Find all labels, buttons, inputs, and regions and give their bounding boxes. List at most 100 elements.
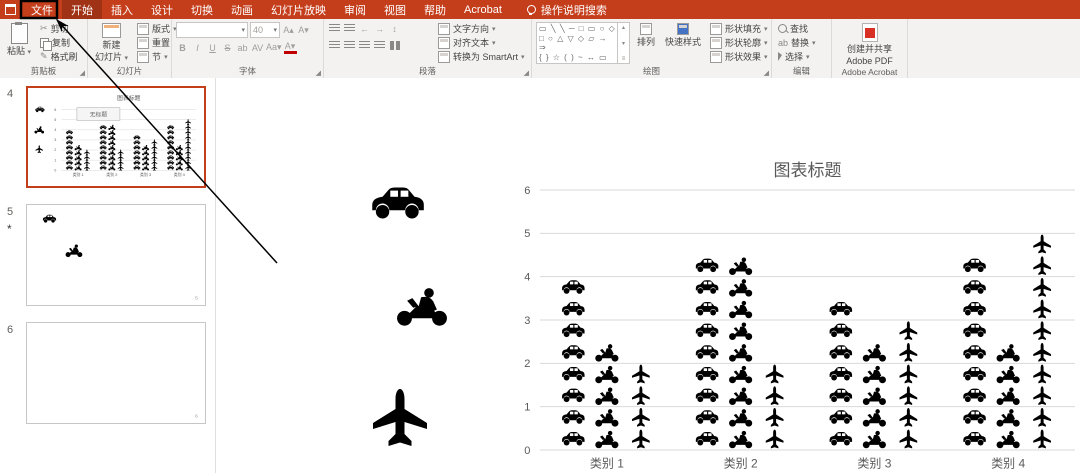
- tab-acrobat[interactable]: Acrobat: [455, 1, 511, 19]
- scroll-up-icon[interactable]: ▴: [622, 24, 625, 31]
- clipboard-dialog-launcher[interactable]: ◢: [80, 69, 85, 77]
- cut-button[interactable]: ✂剪切: [38, 22, 80, 35]
- tab-animations[interactable]: 动画: [222, 0, 262, 21]
- car-chart-icon: [100, 150, 107, 154]
- copy-button[interactable]: 复制: [38, 36, 80, 49]
- car-chart-icon: [562, 324, 585, 338]
- align-text-button[interactable]: 对齐文本▾: [436, 36, 527, 49]
- tab-file[interactable]: 文件: [22, 0, 62, 21]
- line-spacing-icon[interactable]: ↕: [388, 22, 401, 35]
- arrange-button[interactable]: 排列: [634, 22, 658, 64]
- category-label: 类别 2: [724, 456, 758, 470]
- car-chart-icon: [100, 145, 107, 149]
- paste-button[interactable]: 粘贴 ▾: [4, 22, 34, 64]
- car-shape[interactable]: [372, 188, 424, 219]
- underline-icon[interactable]: U: [206, 41, 219, 54]
- tab-insert[interactable]: 插入: [102, 0, 142, 21]
- decrease-font-icon[interactable]: A▾: [297, 24, 310, 37]
- tab-home[interactable]: 开始: [62, 0, 102, 21]
- motorcycle-chart-icon: [997, 409, 1020, 426]
- tab-slideshow[interactable]: 幻灯片放映: [262, 0, 335, 21]
- slide-thumbnails-panel[interactable]: 4 0123456图表标题类别 1类别 2类别 3类别 4 无标题 5 *: [0, 78, 216, 473]
- car-chart-icon: [100, 160, 107, 164]
- new-slide-button[interactable]: 新建 幻灯片 ▾: [92, 22, 131, 64]
- slide-thumbnail-6[interactable]: 6: [26, 322, 206, 424]
- airplane-shape[interactable]: [373, 389, 427, 446]
- font-size-select[interactable]: 40▾: [250, 22, 280, 38]
- motorcycle-chart-icon: [176, 160, 183, 165]
- airplane-chart-icon: [151, 155, 157, 161]
- shapes-gallery-scrollbar[interactable]: ▴ ▾ ≡: [617, 23, 629, 63]
- airplane-chart-icon: [900, 343, 918, 362]
- slide-4-number: 4: [0, 86, 26, 188]
- increase-font-icon[interactable]: A▴: [282, 24, 295, 37]
- text-shadow-icon[interactable]: ab: [236, 41, 249, 54]
- slide-thumbnail-4[interactable]: 0123456图表标题类别 1类别 2类别 3类别 4 无标题: [26, 86, 206, 188]
- drawing-dialog-launcher[interactable]: ◢: [764, 69, 769, 77]
- car-chart-icon: [696, 345, 719, 359]
- shapes-gallery[interactable]: ▭ ╲ ╲ ─ □ ▭ ○ ◇ □ ○ △ ▽ ◇ ▱ → ⇒ { } ☆ ( …: [536, 22, 630, 64]
- car-chart-icon: [167, 155, 174, 159]
- create-pdf-button[interactable]: 创建并共享 Adobe PDF: [836, 22, 903, 67]
- paragraph-dialog-launcher[interactable]: ◢: [524, 69, 529, 77]
- columns-icon[interactable]: [388, 39, 401, 52]
- tab-view[interactable]: 视图: [375, 0, 415, 21]
- y-tick-label: 3: [524, 315, 530, 327]
- justify-icon[interactable]: [373, 39, 386, 52]
- chart-title[interactable]: 图表标题: [774, 161, 842, 180]
- format-painter-button[interactable]: ✎格式刷: [38, 50, 80, 63]
- text-direction-button[interactable]: 文字方向▾: [436, 22, 527, 35]
- strikethrough-icon[interactable]: S: [221, 41, 234, 54]
- category-label: 类别 3: [857, 456, 891, 470]
- car-chart-icon: [167, 145, 174, 149]
- tell-me-search[interactable]: 操作说明搜索: [527, 2, 607, 18]
- car-chart-icon: [167, 150, 174, 154]
- bold-icon[interactable]: B: [176, 41, 189, 54]
- align-left-icon[interactable]: [328, 39, 341, 52]
- italic-icon[interactable]: I: [191, 41, 204, 54]
- tab-design[interactable]: 设计: [142, 0, 182, 21]
- motorcycle-chart-icon: [176, 145, 183, 150]
- find-button[interactable]: 查找: [776, 22, 827, 35]
- chart-title[interactable]: 图表标题: [117, 94, 141, 102]
- pictograph-chart[interactable]: 0123456图表标题类别 1类别 2类别 3类别 4: [524, 161, 1075, 470]
- character-spacing-icon[interactable]: AV: [251, 41, 264, 54]
- quick-styles-button[interactable]: 快速样式: [662, 22, 704, 64]
- quick-access-icon[interactable]: [5, 4, 16, 15]
- font-family-select[interactable]: ▾: [176, 22, 248, 38]
- increase-indent-icon[interactable]: →: [373, 22, 386, 35]
- tab-review[interactable]: 审阅: [335, 0, 375, 21]
- slide-canvas[interactable]: 0123456图表标题类别 1类别 2类别 3类别 4: [216, 78, 1080, 473]
- shape-effects-button[interactable]: 形状效果▾: [708, 50, 770, 63]
- align-center-icon[interactable]: [343, 39, 356, 52]
- tab-help[interactable]: 帮助: [415, 0, 455, 21]
- car-chart-icon: [133, 150, 140, 154]
- scroll-down-icon[interactable]: ▾: [622, 40, 625, 47]
- motorcycle-chart-icon: [142, 165, 149, 170]
- bullets-icon[interactable]: [328, 22, 341, 35]
- car-chart-icon: [100, 166, 107, 170]
- font-dialog-launcher[interactable]: ◢: [316, 69, 321, 77]
- airplane-chart-icon: [151, 139, 157, 145]
- align-right-icon[interactable]: [358, 39, 371, 52]
- convert-smartart-button[interactable]: 转换为 SmartArt▾: [436, 50, 527, 63]
- lightbulb-icon: [527, 5, 536, 14]
- slide-footer-number: 5: [195, 296, 198, 302]
- car-chart-icon: [963, 367, 986, 381]
- tab-transitions[interactable]: 切换: [182, 0, 222, 21]
- shape-fill-button[interactable]: 形状填充▾: [708, 22, 770, 35]
- font-color-icon[interactable]: A▾: [284, 41, 297, 54]
- align-text-icon: [438, 37, 450, 49]
- slide-thumbnail-5[interactable]: 5: [26, 204, 206, 306]
- car-chart-icon: [696, 410, 719, 424]
- motorcycle-shape[interactable]: [397, 288, 447, 326]
- airplane-chart-icon: [1033, 365, 1051, 384]
- gallery-more-icon[interactable]: ≡: [622, 56, 626, 62]
- replace-button[interactable]: ab替换▾: [776, 36, 827, 49]
- select-button[interactable]: 选择▾: [776, 50, 827, 63]
- decrease-indent-icon[interactable]: ←: [358, 22, 371, 35]
- change-case-icon[interactable]: Aa▾: [266, 41, 282, 54]
- numbering-icon[interactable]: [343, 22, 356, 35]
- layout-icon: [137, 23, 149, 35]
- shape-outline-button[interactable]: 形状轮廓▾: [708, 36, 770, 49]
